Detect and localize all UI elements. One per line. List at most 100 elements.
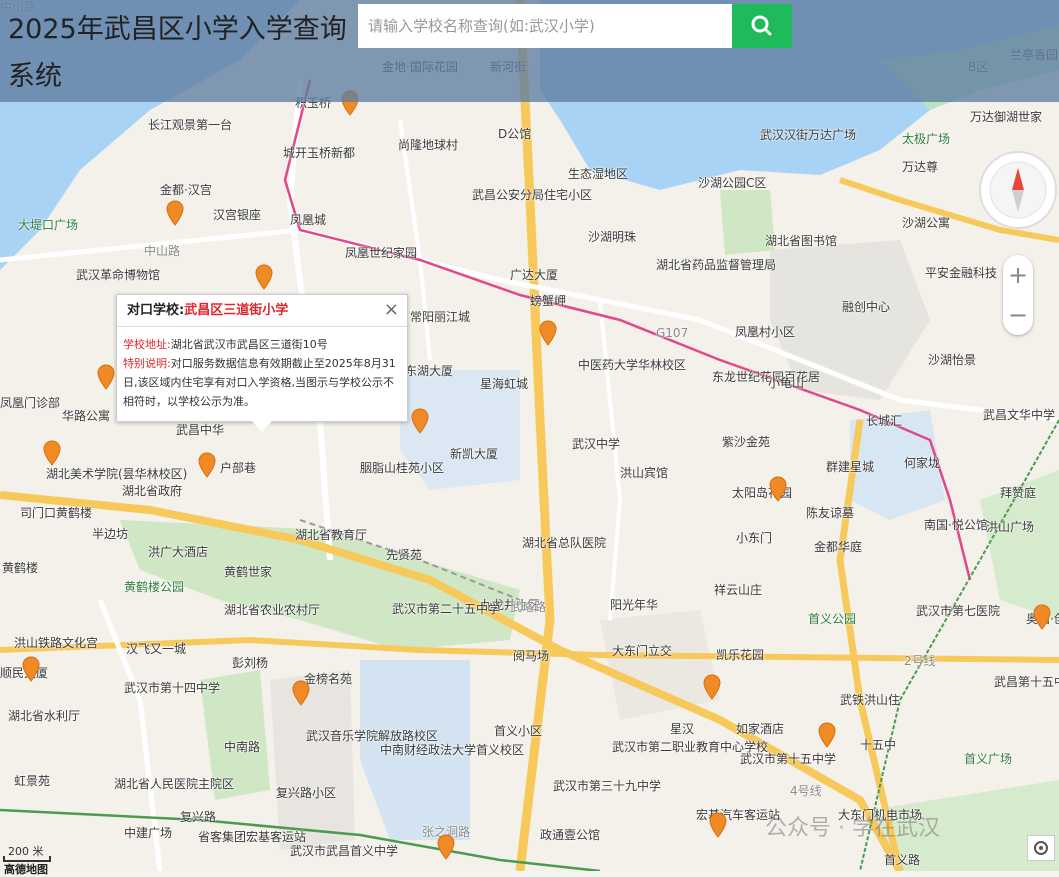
popup-address-value: 湖北省武汉市武昌区三道街10号 — [170, 338, 328, 351]
school-pin-icon[interactable] — [198, 452, 216, 478]
school-pin-icon[interactable] — [709, 812, 727, 838]
map-label: 政通壹公馆 — [540, 828, 601, 842]
map-label: 武汉市第十五中学 — [740, 752, 837, 766]
map-label: 武汉市第七医院 — [916, 604, 1001, 618]
map-label: 城开玉桥新都 — [283, 146, 356, 160]
map-label: 阳光年华 — [610, 598, 659, 612]
compass-icon[interactable] — [978, 150, 1058, 230]
map-label: 彭刘杨 — [232, 656, 269, 670]
popup-title-prefix: 对口学校: — [127, 303, 185, 318]
map-label: 星海虹城 — [480, 377, 529, 391]
map-label: 东湖大厦 — [405, 364, 454, 378]
map-label: 首义广场 — [964, 752, 1013, 766]
map-label: 大堤口广场 — [18, 218, 79, 232]
map-label: 凯乐花园 — [716, 648, 765, 662]
school-pin-icon[interactable] — [292, 680, 310, 706]
map-label: 常阳丽江城 — [410, 310, 471, 324]
popup-note: 特别说明:对口服务数据信息有效期截止至2025年8月31日,该区域内住宅享有对口… — [123, 354, 401, 411]
map-logo: 高德地图 — [4, 863, 48, 876]
school-pin-icon[interactable] — [437, 834, 455, 860]
map-label: 万达尊 — [902, 160, 939, 174]
map-label: 沙湖明珠 — [588, 230, 637, 244]
map-label: 武昌文华中学 — [983, 408, 1056, 422]
school-pin-icon[interactable] — [1033, 604, 1051, 630]
map-label: 湖北省药品监督管理局 — [656, 258, 777, 272]
map-label: 太极广场 — [902, 132, 951, 146]
map-label: 武汉市第三十九中学 — [553, 779, 662, 793]
map-label: 中建广场 — [124, 826, 173, 840]
map-label: 武汉汉街万达广场 — [760, 128, 857, 142]
map-label: 金都华庭 — [814, 540, 863, 554]
popup-header: 对口学校:武昌区三道街小学 — [117, 295, 407, 327]
map-label: 省客集团宏基客运站 — [198, 830, 307, 844]
map-label: 小东门 — [736, 531, 773, 545]
map-label: 司门口黄鹤楼 — [20, 506, 93, 520]
map-label: 尚隆地球村 — [398, 138, 459, 152]
map-label: 平安金融科技 — [925, 266, 998, 280]
popup-address: 学校地址:湖北省武汉市武昌区三道街10号 — [123, 335, 401, 354]
map-label: 阅马场 — [513, 649, 550, 663]
map-label: 小龟山 — [768, 376, 805, 390]
map-label: 中山路 — [144, 244, 181, 258]
map-label: 长城汇 — [866, 414, 903, 428]
map-label: 汉飞又一城 — [126, 642, 187, 656]
school-pin-icon[interactable] — [255, 264, 273, 290]
school-pin-icon[interactable] — [539, 320, 557, 346]
school-pin-icon[interactable] — [43, 440, 61, 466]
map-label: 武珞路 — [510, 600, 547, 614]
map-label: 凤凰城 — [290, 213, 327, 227]
search-input[interactable] — [358, 4, 732, 48]
search-icon — [751, 15, 772, 36]
map-label: 群建星城 — [826, 460, 875, 474]
map-label: 洪山铁路文化宫 — [14, 636, 99, 650]
map-label: 武汉中学 — [572, 437, 621, 451]
page-title: 2025年武昌区小学入学查询系统 — [8, 14, 347, 92]
school-pin-icon[interactable] — [703, 674, 721, 700]
school-pin-icon[interactable] — [166, 200, 184, 226]
school-pin-icon[interactable] — [22, 656, 40, 682]
zoom-in-button[interactable]: + — [1003, 255, 1033, 295]
block-grey-3 — [270, 670, 355, 850]
map-label: 复兴路小区 — [276, 786, 337, 800]
popup-body: 学校地址:湖北省武汉市武昌区三道街10号 特别说明:对口服务数据信息有效期截止至… — [117, 327, 407, 411]
map-label: 融创中心 — [842, 300, 891, 314]
map-label: 生态湿地区 — [568, 167, 629, 181]
map-label: 洪山宾馆 — [620, 466, 669, 480]
map-label: 凤凰世纪家园 — [345, 246, 418, 260]
map-label: 湖北省图书馆 — [765, 234, 838, 248]
school-pin-icon[interactable] — [97, 364, 115, 390]
map-label: 武汉市第二十五中学 — [392, 602, 501, 616]
map-label: 武汉市武昌首义中学 — [290, 844, 399, 858]
map-label: 拜赞庭 — [1000, 486, 1037, 500]
popup-note-key: 特别说明: — [123, 357, 171, 370]
map-label: 黄鹤世家 — [224, 565, 273, 579]
map-label: 沙湖公园C区 — [698, 176, 767, 190]
map-label: 凤凰村小区 — [735, 325, 796, 339]
map-label: 湖北省教育厅 — [295, 528, 368, 542]
map-label: 武汉市第十四中学 — [124, 681, 221, 695]
zoom-out-button[interactable]: − — [1003, 295, 1033, 335]
map-label: 武汉革命博物馆 — [76, 268, 161, 282]
map-label: D公馆 — [498, 127, 532, 141]
close-icon[interactable]: × — [384, 300, 399, 320]
map-label: 洪广大酒店 — [148, 545, 209, 559]
zoom-control: + − — [1003, 255, 1033, 335]
popup-address-key: 学校地址: — [123, 338, 171, 351]
map-label: 首义小区 — [494, 724, 543, 738]
school-pin-icon[interactable] — [411, 408, 429, 434]
map-label: 祥云山庄 — [714, 583, 763, 597]
map-label: 紫沙金苑 — [722, 435, 771, 449]
search-button[interactable] — [732, 4, 792, 48]
map-label: 大东门立交 — [612, 644, 673, 658]
map-label: G107 — [656, 326, 689, 340]
map-label: 半边坊 — [92, 527, 129, 541]
map-label: 湖北省政府 — [122, 484, 183, 498]
map-label: 何家垅 — [904, 456, 941, 470]
school-pin-icon[interactable] — [769, 476, 787, 502]
locate-icon[interactable] — [1027, 835, 1055, 861]
block-grey-2 — [600, 610, 720, 720]
map-label: 黄鹤楼公园 — [124, 580, 185, 594]
map-label: 湖北省总队医院 — [522, 536, 607, 550]
school-pin-icon[interactable] — [818, 722, 836, 748]
map-label: 华路公寓 — [62, 409, 111, 423]
